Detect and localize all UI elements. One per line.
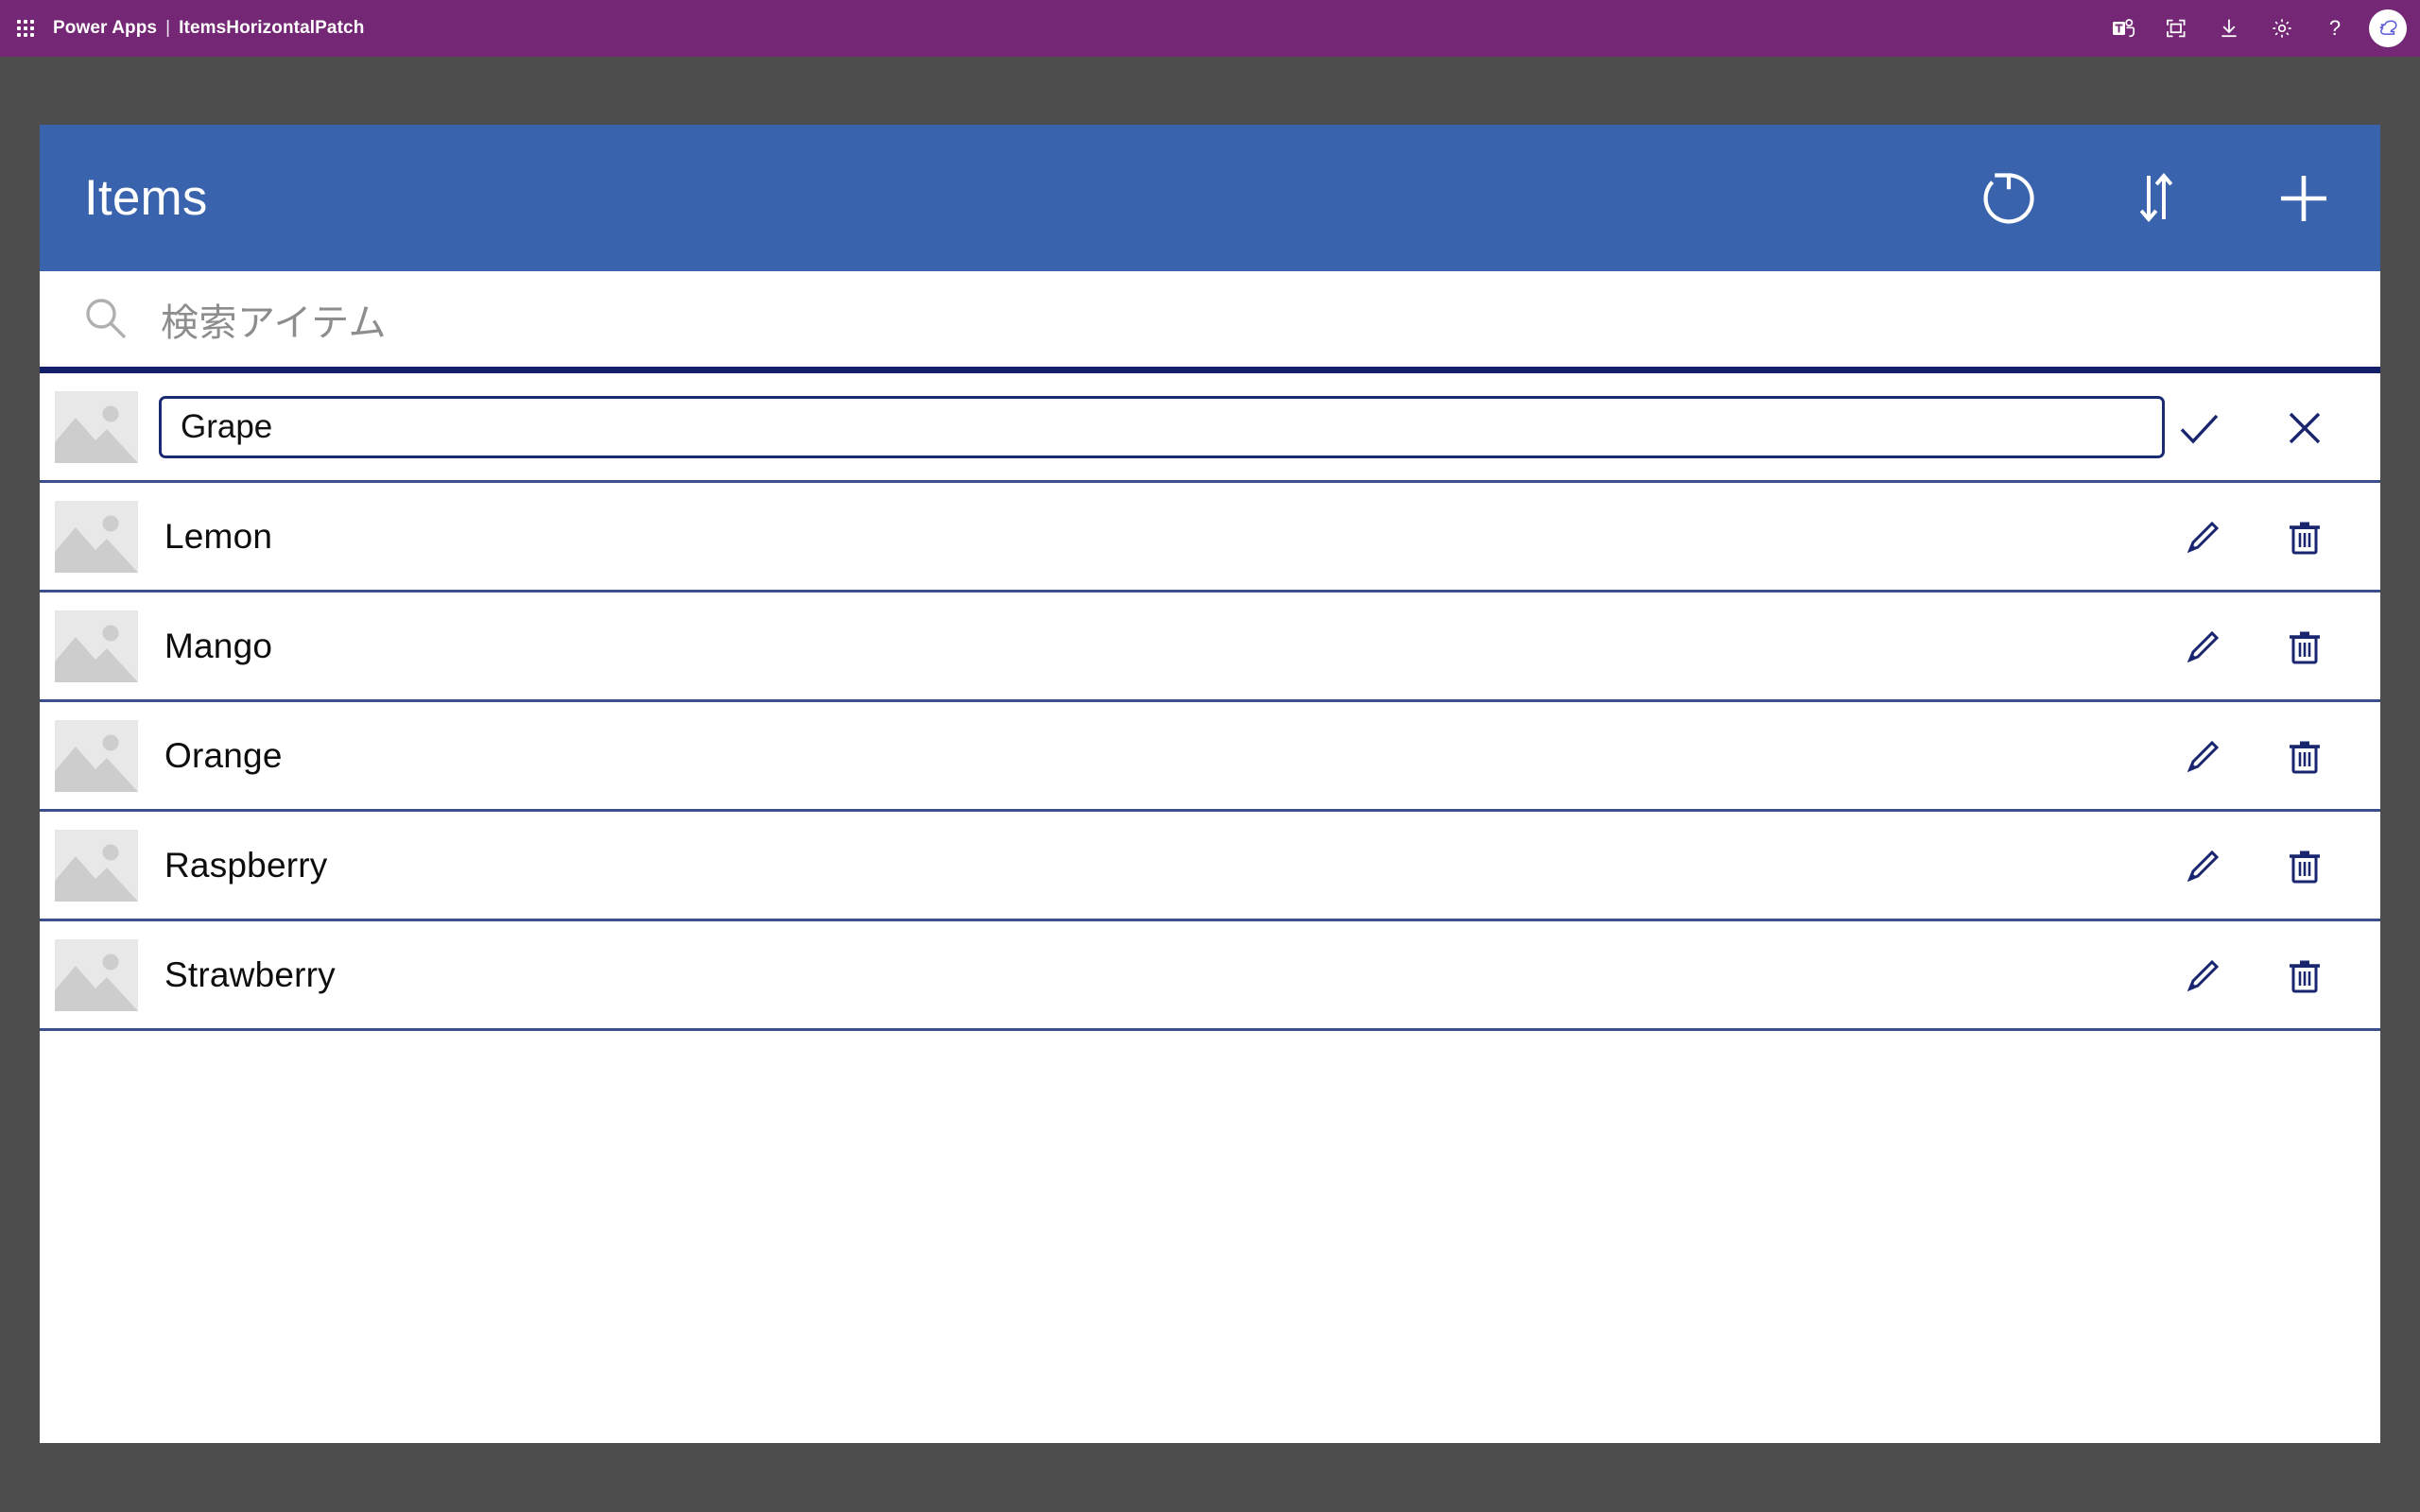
delete-icon[interactable] [2278, 840, 2331, 893]
power-apps-top-bar: Power Apps | ItemsHorizontalPatch ? [0, 0, 2420, 57]
confirm-icon[interactable] [2172, 402, 2225, 455]
row-label: Orange [164, 735, 283, 775]
teams-icon[interactable] [2097, 0, 2150, 57]
sort-icon[interactable] [2116, 158, 2197, 239]
app-screen-header: Items [40, 125, 2380, 271]
fullscreen-icon[interactable] [2150, 0, 2203, 57]
app-header-actions [1968, 125, 2344, 271]
waffle-dot [30, 20, 34, 24]
row-label: Strawberry [164, 954, 336, 994]
page-title: Items [84, 170, 208, 226]
table-row[interactable]: Mango [40, 593, 2380, 702]
waffle-dot [17, 33, 21, 37]
user-avatar[interactable] [2369, 9, 2407, 47]
edit-icon[interactable] [2176, 730, 2229, 783]
app-canvas: Items 検索アイテム Grape Lemon Mango Orange Ra… [40, 125, 2380, 1443]
brand-breadcrumb: Power Apps | ItemsHorizontalPatch [53, 18, 364, 39]
search-input-placeholder[interactable]: 検索アイテム [161, 292, 387, 347]
edit-icon[interactable] [2176, 621, 2229, 674]
row-label: Lemon [164, 516, 273, 556]
edit-icon[interactable] [2176, 950, 2229, 1003]
image-placeholder-icon [55, 610, 138, 682]
waffle-dot [24, 33, 27, 37]
items-gallery: Lemon [40, 373, 2380, 1031]
waffle-dot [30, 26, 34, 30]
download-icon[interactable] [2203, 0, 2256, 57]
delete-icon[interactable] [2278, 950, 2331, 1003]
app-name: ItemsHorizontalPatch [179, 18, 365, 38]
table-row[interactable]: Raspberry [40, 812, 2380, 921]
waffle-dot [24, 26, 27, 30]
row-edit-input[interactable] [159, 395, 2165, 458]
product-name[interactable]: Power Apps [53, 18, 157, 38]
svg-text:?: ? [2329, 16, 2341, 40]
delete-icon[interactable] [2278, 621, 2331, 674]
edit-icon[interactable] [2176, 840, 2229, 893]
image-placeholder-icon [55, 390, 138, 463]
gear-icon[interactable] [2256, 0, 2308, 57]
breadcrumb-separator: | [165, 18, 171, 38]
row-actions [2176, 483, 2331, 593]
image-placeholder-icon [55, 938, 138, 1011]
row-actions [2176, 921, 2331, 1031]
row-actions [2176, 812, 2331, 921]
table-row[interactable]: Lemon [40, 483, 2380, 593]
cancel-icon[interactable] [2278, 402, 2331, 455]
table-row[interactable] [40, 373, 2380, 483]
delete-icon[interactable] [2278, 730, 2331, 783]
row-actions [2176, 593, 2331, 702]
row-actions [2172, 373, 2331, 483]
waffle-dot [17, 26, 21, 30]
refresh-icon[interactable] [1968, 158, 2049, 239]
row-label: Raspberry [164, 845, 328, 885]
image-placeholder-icon [55, 829, 138, 902]
delete-icon[interactable] [2278, 511, 2331, 564]
table-row[interactable]: Orange [40, 702, 2380, 812]
search-bar[interactable]: 検索アイテム [40, 271, 2380, 373]
image-placeholder-icon [55, 500, 138, 573]
top-bar-actions: ? [2097, 0, 2420, 57]
row-label: Mango [164, 626, 273, 665]
waffle-dot [17, 20, 21, 24]
image-placeholder-icon [55, 719, 138, 792]
app-launcher-waffle-icon[interactable] [15, 18, 36, 39]
waffle-dot [24, 20, 27, 24]
edit-icon[interactable] [2176, 511, 2229, 564]
search-icon[interactable] [78, 291, 134, 348]
help-icon[interactable]: ? [2308, 0, 2361, 57]
add-icon[interactable] [2263, 158, 2344, 239]
row-actions [2176, 702, 2331, 812]
table-row[interactable]: Strawberry [40, 921, 2380, 1031]
waffle-dot [30, 33, 34, 37]
